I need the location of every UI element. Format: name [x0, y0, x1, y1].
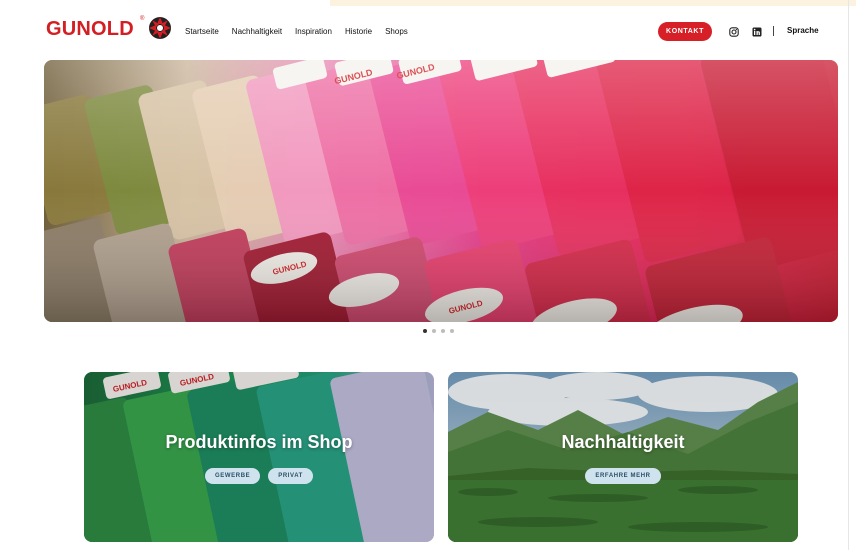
instagram-icon[interactable]	[729, 27, 739, 37]
card-title: Produktinfos im Shop	[165, 432, 353, 452]
nav-item-historie[interactable]: Historie	[345, 27, 372, 36]
card-title: Nachhaltigkeit	[561, 432, 685, 452]
nav-item-inspiration[interactable]: Inspiration	[295, 27, 332, 36]
hero-carousel[interactable]: GUNOLD GUNOLD GUNOLD GUNOLD	[44, 60, 838, 322]
carousel-dot-1[interactable]	[423, 329, 427, 333]
logo-rosette-icon	[149, 17, 171, 39]
main-nav: Startseite Nachhaltigkeit Inspiration Hi…	[185, 27, 408, 36]
hero-image: GUNOLD GUNOLD GUNOLD GUNOLD	[44, 60, 838, 322]
linkedin-icon[interactable]	[752, 27, 762, 37]
card-buttons: ERFAHRE MEHR	[448, 468, 798, 484]
nav-item-startseite[interactable]: Startseite	[185, 27, 219, 36]
nav-item-nachhaltigkeit[interactable]: Nachhaltigkeit	[232, 27, 282, 36]
card-produktinfos[interactable]: GUNOLD GUNOLD Produktinfos im Shop GEWER…	[84, 372, 434, 542]
erfahre-mehr-button[interactable]: ERFAHRE MEHR	[585, 468, 661, 484]
carousel-dot-4[interactable]	[450, 329, 454, 333]
site-header: GUNOLD ® Startseite Nachhaltigkeit Inspi…	[0, 0, 856, 60]
header-separator	[773, 26, 774, 36]
frame-edge	[848, 0, 849, 550]
carousel-dot-3[interactable]	[441, 329, 445, 333]
carousel-dots	[423, 329, 454, 333]
logo-registered-mark: ®	[140, 16, 145, 22]
card-nachhaltigkeit-image	[448, 372, 798, 542]
card-nachhaltigkeit[interactable]: Nachhaltigkeit ERFAHRE MEHR	[448, 372, 798, 542]
logo-text: GUNOLD	[46, 18, 134, 40]
gewerbe-button[interactable]: GEWERBE	[205, 468, 261, 484]
nav-item-shops[interactable]: Shops	[385, 27, 408, 36]
language-selector[interactable]: Sprache	[787, 26, 819, 35]
carousel-dot-2[interactable]	[432, 329, 436, 333]
brand-logo[interactable]: GUNOLD ®	[46, 16, 171, 41]
card-buttons: GEWERBE PRIVAT	[84, 468, 434, 484]
privat-button[interactable]: PRIVAT	[268, 468, 313, 484]
contact-button[interactable]: KONTAKT	[658, 22, 712, 41]
card-produktinfos-image: GUNOLD GUNOLD	[84, 372, 434, 542]
